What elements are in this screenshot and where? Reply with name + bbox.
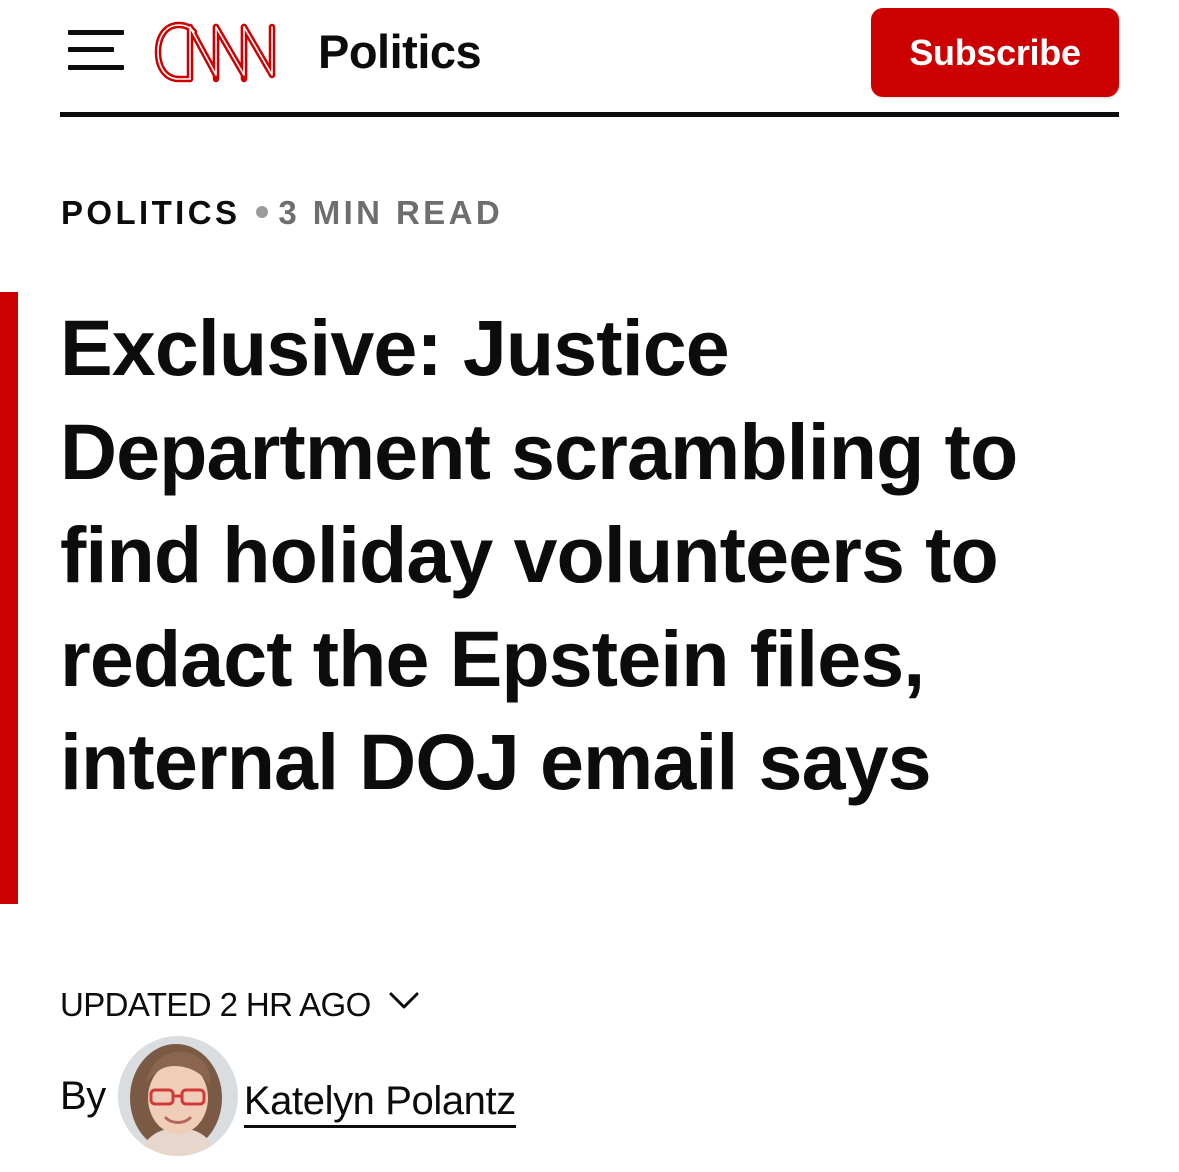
- cnn-logo[interactable]: [150, 18, 298, 86]
- article-headline: Exclusive: Justice Department scrambling…: [60, 303, 1018, 806]
- byline: By Katelyn Polantz: [60, 1036, 516, 1156]
- header-divider: [60, 112, 1119, 117]
- article-page: Politics Subscribe POLITICS 3 MIN READ Ex…: [0, 0, 1179, 1172]
- author-link[interactable]: Katelyn Polantz: [243, 1077, 516, 1128]
- by-label: By: [60, 1074, 106, 1118]
- hamburger-menu-icon[interactable]: [68, 29, 124, 71]
- chevron-down-icon: [389, 992, 419, 1009]
- updated-timestamp-toggle[interactable]: Updated 2 hr ago: [60, 985, 419, 1025]
- subscribe-button[interactable]: Subscribe: [871, 8, 1119, 97]
- updated-timestamp: Updated 2 hr ago: [60, 986, 371, 1023]
- category-link[interactable]: POLITICS: [61, 194, 240, 231]
- read-time: 3 MIN READ: [278, 194, 504, 231]
- article-kicker: POLITICS 3 MIN READ: [61, 193, 503, 233]
- author-avatar[interactable]: [117, 1036, 238, 1156]
- headline-accent-bar: [0, 292, 18, 904]
- separator-dot-icon: [256, 206, 269, 219]
- section-politics-link[interactable]: Politics: [318, 24, 482, 80]
